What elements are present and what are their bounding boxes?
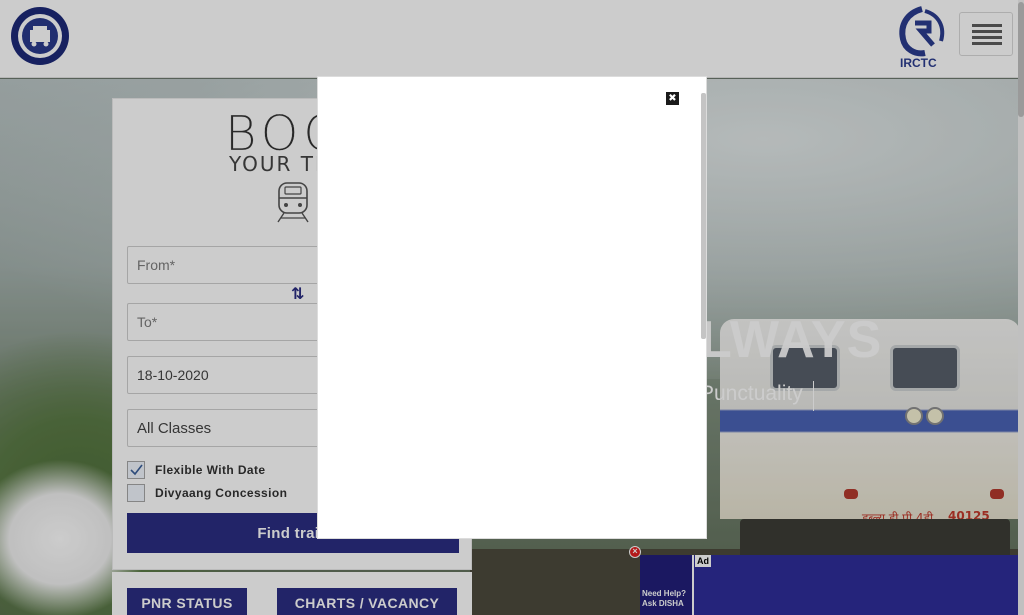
modal-close-icon[interactable]: ✖ xyxy=(666,92,679,105)
popup-modal: ✖ xyxy=(317,76,707,539)
modal-scrollbar[interactable] xyxy=(701,93,706,339)
